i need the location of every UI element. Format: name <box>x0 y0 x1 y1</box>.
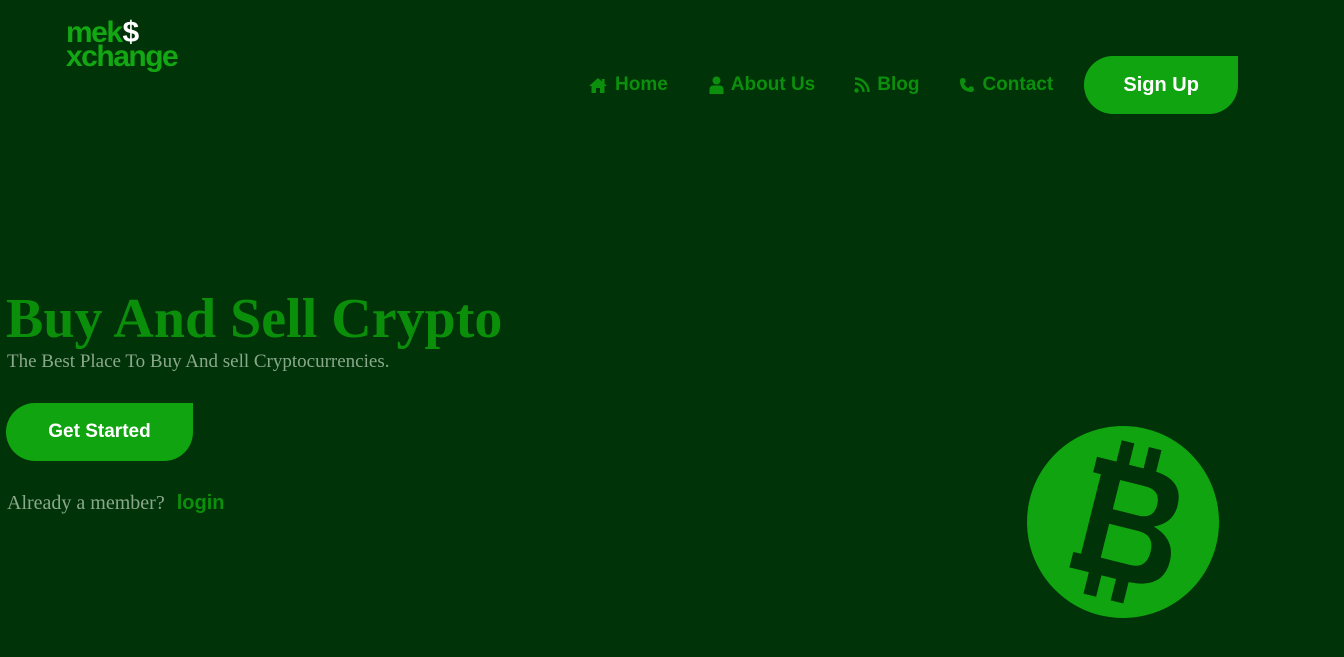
nav-item-blog[interactable]: Blog <box>854 74 919 96</box>
rss-icon <box>854 77 870 93</box>
nav-item-blog-label: Blog <box>877 74 920 95</box>
main-nav: Home About Us Blog Contact Sign Up <box>588 56 1239 114</box>
sign-up-button[interactable]: Sign Up <box>1084 56 1239 114</box>
phone-icon <box>959 77 975 93</box>
site-logo[interactable]: mek$ xchange <box>66 18 216 78</box>
nav-item-about-us-label: About Us <box>730 74 816 95</box>
nav-item-contact-label: Contact <box>982 74 1054 95</box>
get-started-button[interactable]: Get Started <box>6 403 193 461</box>
hero-title: Buy And Sell Crypto <box>6 288 503 350</box>
nav-item-about-us[interactable]: About Us <box>709 74 815 96</box>
nav-item-home-label: Home <box>615 74 668 95</box>
member-prompt: Already a member? login <box>7 491 224 515</box>
login-link[interactable]: login <box>177 492 225 514</box>
logo-text-bottom: xchange <box>66 40 179 73</box>
user-icon <box>709 76 724 94</box>
home-icon <box>588 77 608 94</box>
hero-subtitle: The Best Place To Buy And sell Cryptocur… <box>7 351 390 372</box>
member-prompt-text: Already a member? <box>7 492 165 514</box>
nav-item-contact[interactable]: Contact <box>959 74 1053 96</box>
nav-item-home[interactable]: Home <box>588 74 668 96</box>
bitcoin-icon <box>1026 425 1220 619</box>
